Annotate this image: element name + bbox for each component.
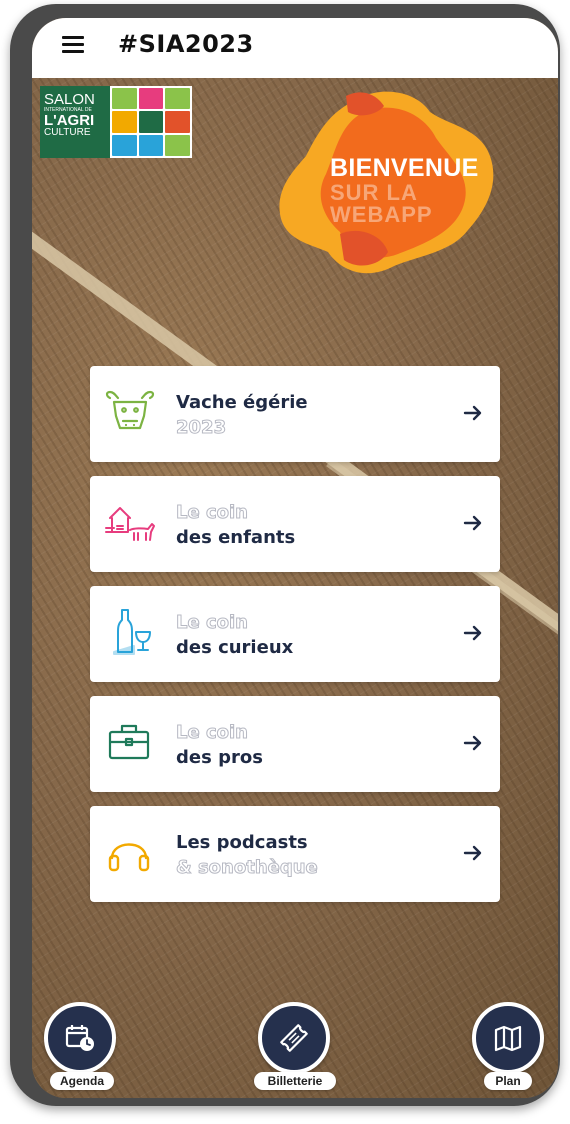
welcome-line: BIENVENUE: [330, 154, 479, 182]
cow-icon: [105, 390, 155, 430]
headphones-icon: [108, 843, 150, 872]
logo-line: SALON: [44, 91, 95, 108]
welcome-line: SUR LA: [330, 179, 418, 205]
logo-line: L'AGRI: [44, 112, 95, 129]
page-title: #SIA2023: [118, 30, 254, 58]
agenda-button[interactable]: [44, 1002, 116, 1074]
card-coin-pros[interactable]: Le coin des pros: [90, 696, 500, 792]
welcome-text: BIENVENUE SUR LA WEBAPP: [330, 154, 479, 227]
app-header: #SIA2023: [32, 18, 558, 78]
bottom-navigation: Agenda Billetterie Plan: [32, 1002, 558, 1098]
hamburger-menu-icon[interactable]: [62, 36, 84, 54]
card-subtitle: & sonothèque: [176, 857, 319, 879]
welcome-badge: BIENVENUE SUR LA WEBAPP: [254, 84, 504, 284]
card-text: Le coin des curieux: [175, 610, 294, 660]
card-coin-curieux[interactable]: Le coin des curieux: [90, 586, 500, 682]
briefcase-icon: [108, 724, 150, 760]
card-title: Vache égérie: [176, 392, 308, 413]
card-text: Les podcasts & sonothèque: [176, 830, 319, 880]
farm-goat-icon: [105, 507, 155, 541]
menu-card-list: Vache égérie 2023 Le coin des enfants Le…: [90, 366, 500, 916]
card-podcasts[interactable]: Les podcasts & sonothèque: [90, 806, 500, 902]
card-vache-egerie[interactable]: Vache égérie 2023: [90, 366, 500, 462]
billetterie-button[interactable]: [258, 1002, 330, 1074]
card-subtitle: 2023: [176, 417, 227, 439]
plan-label[interactable]: Plan: [484, 1072, 532, 1090]
logo-pictogram-grid: [110, 86, 192, 158]
card-text: Le coin des pros: [176, 720, 263, 770]
arrow-right-icon: [463, 625, 482, 641]
card-text: Le coin des enfants: [175, 500, 296, 550]
plan-button[interactable]: [472, 1002, 544, 1074]
arrow-right-icon: [463, 735, 482, 751]
logo-line: CULTURE: [44, 127, 91, 138]
card-title: des curieux: [176, 637, 294, 659]
app-screen: #SIA2023 SALON INTERNATIONAL DE L'AGRI C…: [32, 18, 558, 1098]
map-icon: [494, 1025, 522, 1052]
logo-wordmark: SALON INTERNATIONAL DE L'AGRI CULTURE: [40, 86, 110, 158]
welcome-line: WEBAPP: [330, 201, 433, 227]
card-subtitle: Le coin: [176, 721, 249, 743]
arrow-right-icon: [463, 515, 482, 531]
agenda-label[interactable]: Agenda: [50, 1072, 114, 1090]
billetterie-label[interactable]: Billetterie: [254, 1072, 336, 1090]
calendar-clock-icon: [65, 1025, 94, 1051]
arrow-right-icon: [463, 845, 482, 861]
card-title: des enfants: [176, 527, 296, 549]
card-subtitle: Le coin: [175, 611, 248, 633]
ticket-icon: [280, 1024, 308, 1052]
card-subtitle: Le coin: [175, 501, 248, 523]
wine-cheese-icon: [113, 609, 151, 655]
arrow-right-icon: [463, 405, 482, 421]
salon-agriculture-logo: SALON INTERNATIONAL DE L'AGRI CULTURE: [40, 86, 192, 158]
card-coin-enfants[interactable]: Le coin des enfants: [90, 476, 500, 572]
card-title: Les podcasts: [176, 832, 308, 853]
phone-frame: #SIA2023 SALON INTERNATIONAL DE L'AGRI C…: [10, 4, 560, 1106]
card-text: Vache égérie 2023: [176, 390, 308, 440]
card-title: des pros: [176, 747, 263, 769]
